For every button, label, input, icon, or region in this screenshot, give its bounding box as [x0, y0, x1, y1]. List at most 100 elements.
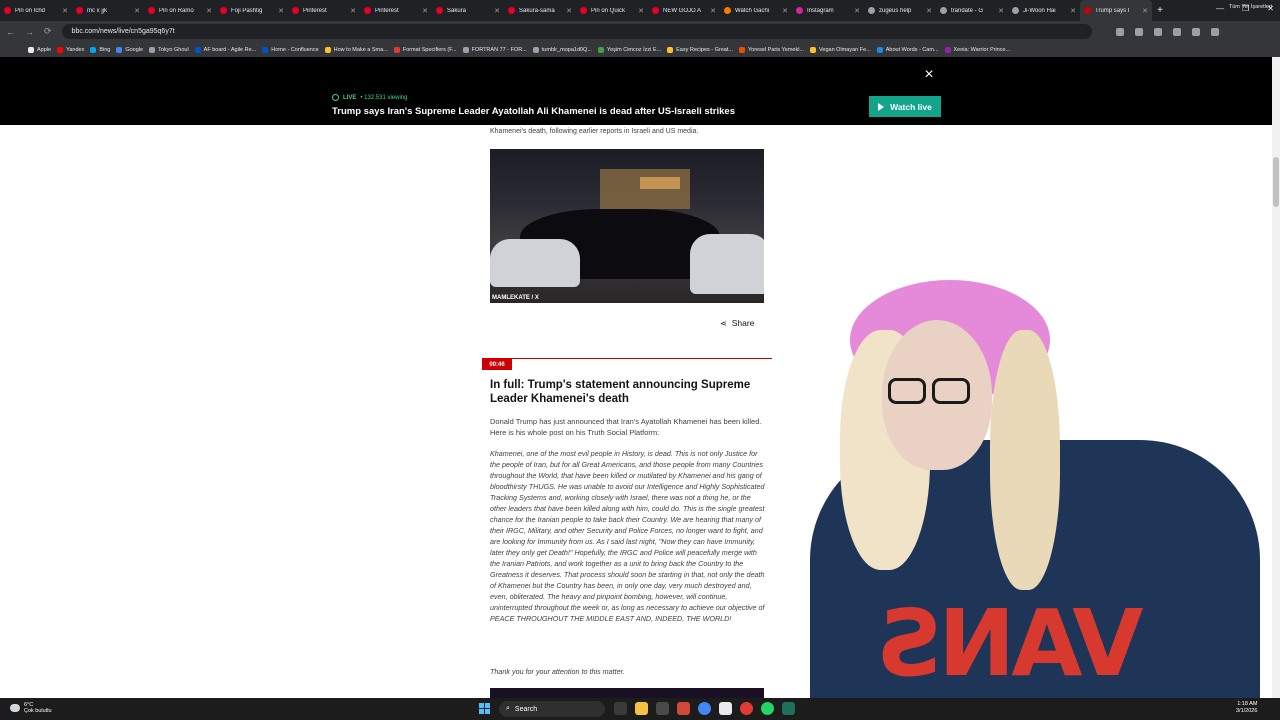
tab-close-icon[interactable]: ✕ — [134, 7, 140, 15]
tab-close-icon[interactable]: ✕ — [998, 7, 1004, 15]
tab-close-icon[interactable]: ✕ — [494, 7, 500, 15]
browser-tab[interactable]: Ji-Woon Hai ✕ — [1008, 0, 1080, 21]
bookmark-favicon-icon — [532, 46, 539, 53]
browser-tab[interactable]: Sakura-sama ✕ — [504, 0, 576, 21]
live-headline[interactable]: Trump says Iran's Supreme Leader Ayatoll… — [332, 106, 735, 117]
back-icon[interactable]: ← — [6, 27, 15, 37]
tab-close-icon[interactable]: ✕ — [566, 7, 572, 15]
app-icon[interactable] — [782, 702, 795, 715]
forward-icon[interactable]: → — [25, 27, 34, 37]
post-quote: Khamenei, one of the most evil people in… — [490, 449, 765, 623]
bookmark-item[interactable]: Yandex — [57, 46, 85, 53]
profile-icon[interactable] — [1210, 27, 1219, 36]
bookmark-item[interactable]: Yeşim Cimcoz İzzi E... — [597, 46, 661, 53]
tab-favicon-icon — [220, 7, 227, 14]
bookmark-label: AF board - Agile Re... — [203, 46, 257, 53]
browser-tab[interactable]: mc x jjk ✕ — [72, 0, 144, 21]
tab-favicon-icon — [436, 7, 443, 14]
tab-close-icon[interactable]: ✕ — [350, 7, 356, 15]
watch-live-button[interactable]: Watch live — [869, 96, 941, 117]
browser-tab[interactable]: Foji Pashtig ✕ — [216, 0, 288, 21]
browser-tab[interactable]: Pin on Quick ✕ — [576, 0, 648, 21]
tab-label: NEW GOJO A — [663, 7, 702, 14]
bookmark-label: Bing — [99, 46, 111, 53]
tab-close-icon[interactable]: ✕ — [278, 7, 284, 15]
browser-tab[interactable]: Pinterest ✕ — [288, 0, 360, 21]
browser-tab[interactable]: Instagram ✕ — [792, 0, 864, 21]
bookmark-label: Vegan Olmayan Fe... — [819, 46, 871, 53]
bookmark-item[interactable]: Bing — [90, 46, 111, 53]
tab-close-icon[interactable]: ✕ — [1070, 7, 1076, 15]
tab-favicon-icon — [148, 7, 155, 14]
weather-widget[interactable]: 6°C Çok bulutlu — [10, 702, 52, 714]
bookmark-item[interactable]: Easy Recipes - Great... — [667, 46, 733, 53]
browser-tab[interactable]: Watch Gachi ✕ — [720, 0, 792, 21]
bookmark-item[interactable]: Format Specifiers (F... — [393, 46, 457, 53]
bookmark-item[interactable]: Apple — [28, 46, 51, 53]
browser-tab[interactable]: Pin on Ramo ✕ — [144, 0, 216, 21]
tab-favicon-icon — [940, 7, 947, 14]
bookmark-item[interactable]: Yoresel Paris Yemekl... — [738, 46, 804, 53]
browser-tab[interactable]: Trump says I ✕ — [1080, 0, 1152, 21]
viewer-count: • 132,531 viewing — [360, 94, 408, 101]
app-icon[interactable] — [740, 702, 753, 715]
scrollbar-thumb[interactable] — [1273, 157, 1279, 207]
bookmark-label: Yandex — [66, 46, 85, 53]
task-view-icon[interactable] — [614, 702, 627, 715]
bookmark-label: Format Specifiers (F... — [402, 46, 457, 53]
start-button[interactable] — [479, 703, 490, 714]
watch-live-label: Watch live — [890, 101, 932, 112]
tab-close-icon[interactable]: ✕ — [1142, 7, 1148, 15]
system-clock[interactable]: 1:18 AM 3/1/2026 — [1236, 701, 1257, 715]
bookmark-item[interactable]: Home - Confluence — [262, 46, 319, 53]
bookmark-favicon-icon — [462, 46, 469, 53]
tab-close-icon[interactable]: ✕ — [854, 7, 860, 15]
clock-date: 3/1/2026 — [1236, 708, 1258, 714]
tab-close-icon[interactable]: ✕ — [782, 7, 788, 15]
extension-icon[interactable] — [1115, 27, 1124, 36]
browser-tab[interactable]: Pin on Ichd ✕ — [0, 0, 72, 21]
file-explorer-icon[interactable] — [635, 702, 648, 715]
notepad-icon[interactable] — [719, 702, 732, 715]
bookmark-item[interactable]: Tokyo Ghoul — [149, 46, 189, 53]
bookmark-favicon-icon — [738, 46, 745, 53]
bookmark-favicon-icon — [597, 46, 604, 53]
bookmarks-bar: Apple Yandex Bing Google Tokyo Ghoul AF board… — [0, 42, 1280, 57]
bookmark-item[interactable]: tumblr_mopa1d0Q... — [532, 46, 592, 53]
tab-close-icon[interactable]: ✕ — [926, 7, 932, 15]
browser-tab[interactable]: zugeus help ✕ — [864, 0, 936, 21]
bookmark-item[interactable]: About Words - Cam... — [876, 46, 939, 53]
browser-tab[interactable]: trandate - G ✕ — [936, 0, 1008, 21]
page-scrollbar[interactable] — [1272, 57, 1280, 698]
browser-tab[interactable]: Sakura ✕ — [432, 0, 504, 21]
tab-close-icon[interactable]: ✕ — [206, 7, 212, 15]
close-icon[interactable]: × — [922, 67, 936, 83]
extension-icon[interactable] — [1153, 27, 1162, 36]
browser-tab[interactable]: NEW GOJO A ✕ — [648, 0, 720, 21]
bookmark-item[interactable]: Xenia: Warrior Prince... — [944, 46, 1010, 53]
tab-close-icon[interactable]: ✕ — [710, 7, 716, 15]
tab-close-icon[interactable]: ✕ — [422, 7, 428, 15]
tab-close-icon[interactable]: ✕ — [62, 7, 68, 15]
bookmark-item[interactable]: FORTRAN 77 - FOR... — [462, 46, 527, 53]
tab-close-icon[interactable]: ✕ — [638, 7, 644, 15]
extension-icon[interactable] — [1191, 27, 1200, 36]
bookmark-item[interactable]: How to Make a Sma... — [324, 46, 388, 53]
browser-tab[interactable]: Pinterest ✕ — [360, 0, 432, 21]
app-icon[interactable] — [677, 702, 690, 715]
bookmark-item[interactable]: AF board - Agile Re... — [194, 46, 257, 53]
taskbar-search[interactable]: ⌕ Search — [499, 701, 605, 717]
all-bookmarks-link[interactable]: Tüm Yer İşaretleri — [1229, 4, 1272, 10]
whatsapp-icon[interactable] — [761, 702, 774, 715]
share-button[interactable]: ⋖ Share — [720, 318, 754, 328]
app-icon[interactable] — [656, 702, 669, 715]
chrome-icon[interactable] — [698, 702, 711, 715]
bookmark-item[interactable]: Google — [116, 46, 143, 53]
reload-icon[interactable]: ⟳ — [44, 26, 52, 37]
bookmark-item[interactable]: Vegan Olmayan Fe... — [810, 46, 871, 53]
extension-icon[interactable] — [1172, 27, 1181, 36]
address-bar[interactable]: bbc.com/news/live/cn5ga95q6y7t — [61, 24, 1092, 39]
extension-icon[interactable] — [1134, 27, 1143, 36]
new-tab-button[interactable]: + — [1152, 5, 1168, 16]
minimize-icon[interactable]: — — [1216, 4, 1224, 13]
